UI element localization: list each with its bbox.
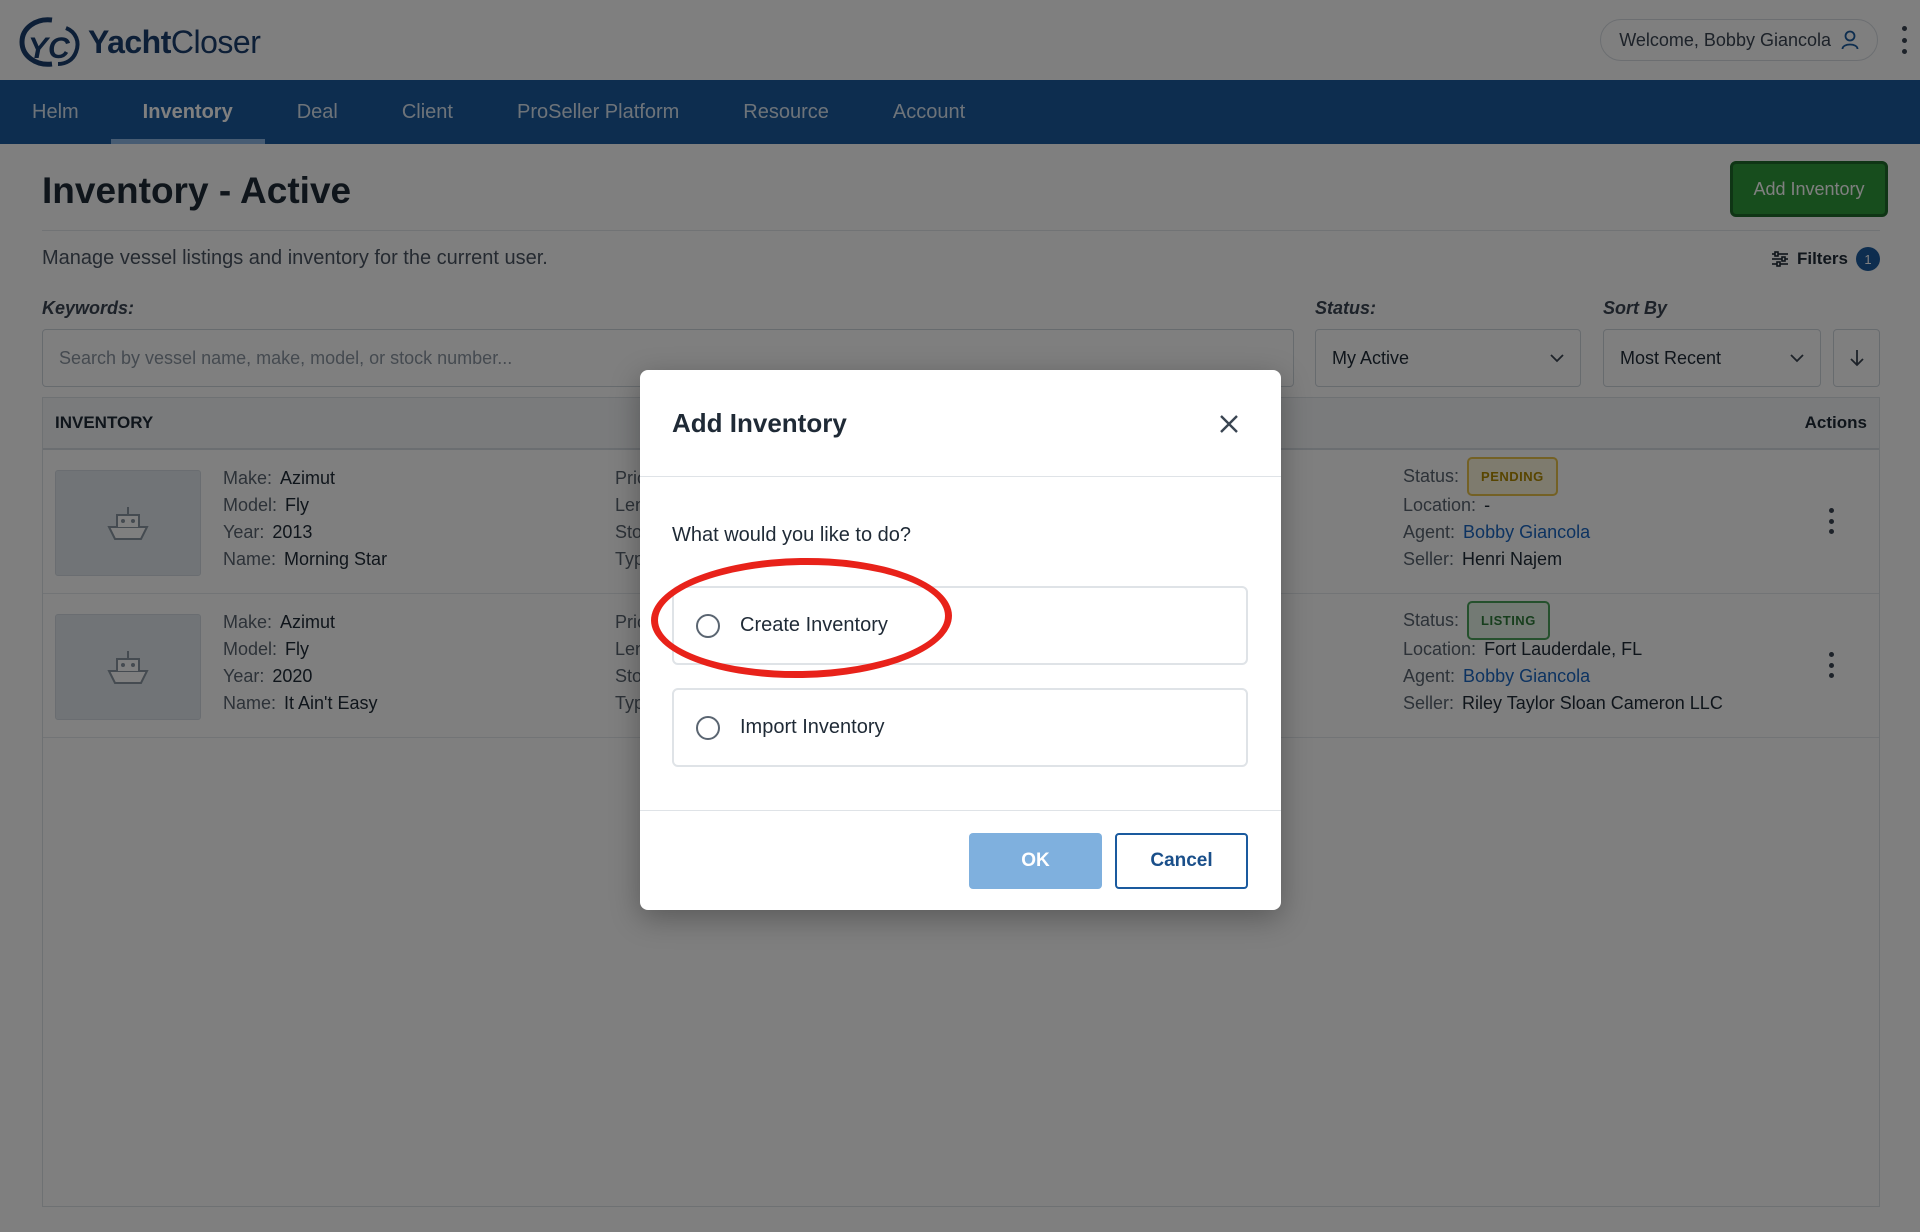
- cancel-button[interactable]: Cancel: [1115, 833, 1248, 889]
- import-inventory-radio[interactable]: [696, 715, 720, 740]
- import-inventory-option[interactable]: Import Inventory: [672, 688, 1248, 767]
- close-icon[interactable]: [1217, 412, 1241, 436]
- import-inventory-label: Import Inventory: [740, 716, 885, 738]
- dialog-question: What would you like to do?: [672, 524, 912, 546]
- ok-button[interactable]: OK: [969, 833, 1102, 889]
- dialog-header: Add Inventory: [640, 370, 1281, 477]
- dialog-title: Add Inventory: [672, 408, 847, 438]
- dialog-footer: OK Cancel: [640, 810, 1281, 910]
